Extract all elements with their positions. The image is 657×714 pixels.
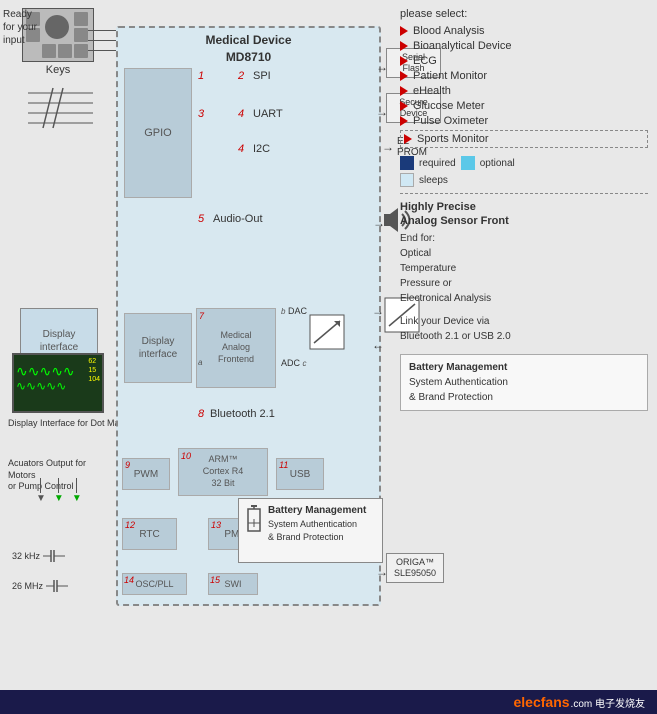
sleeps-label: sleeps	[419, 175, 448, 186]
triangle-bioanalytical	[400, 41, 408, 51]
a-label: a	[198, 358, 202, 367]
list-item-ehealth[interactable]: eHealth	[400, 85, 648, 97]
md-display-iface: Displayinterface	[124, 313, 192, 383]
list-item-blood[interactable]: Blood Analysis	[400, 25, 648, 37]
adc-label: ADC c	[281, 358, 307, 368]
divider-1	[400, 193, 648, 194]
swi-box: 15SWI	[208, 573, 258, 595]
list-item-pulse[interactable]: Pulse Oximeter	[400, 115, 648, 127]
sys-auth-label: System Authentication& Brand Protection	[268, 518, 366, 543]
keys-label: Keys	[13, 64, 103, 76]
triangle-patient	[400, 71, 408, 81]
sensor-title: Highly PreciseAnalog Sensor Front	[400, 200, 648, 229]
connector-h1	[88, 30, 116, 31]
battery-title: Battery Management	[268, 503, 366, 518]
selection-list: Blood Analysis Bioanalytical Device ECG …	[400, 25, 648, 148]
arrow-serial-flash: →	[376, 60, 388, 74]
connector-h2	[88, 40, 116, 41]
list-item-sports[interactable]: Sports Monitor	[400, 130, 648, 148]
required-box	[400, 156, 414, 170]
arrow-speaker: →	[373, 216, 385, 230]
list-item-ecg[interactable]: ECG	[400, 55, 648, 67]
signal-lines	[28, 78, 98, 143]
required-label: required	[419, 158, 456, 169]
bluetooth-section: Link your Device viaBluetooth 2.1 or USB…	[400, 314, 648, 344]
osc-pll-box: 14OSC/PLL	[122, 573, 187, 595]
sensor-section: Highly PreciseAnalog Sensor Front End fo…	[400, 200, 648, 306]
battery-auth-label: System Authentication& Brand Protection	[409, 375, 639, 405]
triangle-sports	[404, 134, 412, 144]
sensor-optical: Optical	[400, 246, 648, 261]
audio-out-label: Audio-Out	[213, 213, 263, 225]
rtc-box: 12RTC	[122, 518, 177, 550]
num-3: 3	[198, 108, 204, 120]
arm-box: 10 ARM™Cortex R432 Bit	[178, 448, 268, 496]
triangle-glucose	[400, 101, 408, 111]
dac-label: b DAC	[281, 306, 307, 316]
arrow-adc: ←	[372, 338, 384, 352]
ready-label: Readyfor yourinput	[3, 8, 58, 47]
spi-label: SPI	[253, 70, 271, 82]
sensor-temp: Temperature	[400, 261, 648, 276]
sensor-end-for: End for:	[400, 231, 648, 246]
sleeps-box	[400, 173, 414, 187]
medical-analog-box: 7 MedicalAnalogFrontend	[196, 308, 276, 388]
md-title: Medical Device MD8710	[118, 28, 379, 66]
optional-label: optional	[480, 158, 515, 169]
sleeps-row: sleeps	[400, 173, 648, 187]
ramp-symbol	[308, 313, 346, 354]
optional-box	[461, 156, 475, 170]
list-item-patient[interactable]: Patient Monitor	[400, 70, 648, 82]
num-5: 5	[198, 213, 204, 225]
battery-right-title: Battery Management	[409, 360, 639, 375]
origa-box: ORIGA™SLE95050	[386, 553, 444, 583]
footer-bar: elecfans .com 电子发烧友	[0, 690, 657, 714]
uart-label: UART	[253, 108, 283, 120]
i2c-label: I2C	[253, 143, 270, 155]
list-item-bioanalytical[interactable]: Bioanalytical Device	[400, 40, 648, 52]
arrow-dac: →	[372, 304, 384, 318]
sensor-pressure: Pressure or	[400, 276, 648, 291]
freq-32khz: 32 kHz	[12, 548, 67, 564]
battery-mgmt-box: Battery Management System Authentication…	[238, 498, 383, 563]
num-8: 8	[198, 408, 204, 420]
bluetooth-label: Bluetooth 2.1	[210, 408, 275, 420]
arrow-secure-device: →	[376, 105, 388, 119]
sensor-electrical: Electronical Analysis	[400, 291, 648, 306]
display-dot-matrix-label: Display Interface for Dot Matrix	[8, 418, 132, 430]
oscilloscope-display: ∿∿∿∿∿ ∿∿∿∿∿ 6215104	[12, 353, 104, 413]
num-4: 4	[238, 108, 244, 120]
pwm-box: 9PWM	[122, 458, 170, 490]
usb-box: 11USB	[276, 458, 324, 490]
num-5-i2c: 4	[238, 143, 244, 155]
list-item-glucose[interactable]: Glucose Meter	[400, 100, 648, 112]
right-panel: please select: Blood Analysis Bioanalyti…	[400, 8, 648, 411]
actuator-arrows: ▼ ▼ ▼	[36, 478, 82, 504]
battery-right-section: Battery Management System Authentication…	[400, 354, 648, 411]
please-select-label: please select:	[400, 8, 648, 20]
arrow-origa: →	[376, 565, 388, 579]
num-2: 2	[238, 70, 244, 82]
footer-brand: elecfans	[514, 694, 570, 710]
triangle-ehealth	[400, 86, 408, 96]
freq-26mhz: 26 MHz	[12, 578, 70, 594]
gpio-box: GPIO	[124, 68, 192, 198]
triangle-pulse	[400, 116, 408, 126]
triangle-blood	[400, 26, 408, 36]
num-1: 1	[198, 70, 204, 82]
legend-row: required optional	[400, 156, 648, 170]
connector-h3	[88, 50, 116, 51]
triangle-ecg	[400, 56, 408, 66]
footer-suffix: .com 电子发烧友	[571, 695, 645, 710]
